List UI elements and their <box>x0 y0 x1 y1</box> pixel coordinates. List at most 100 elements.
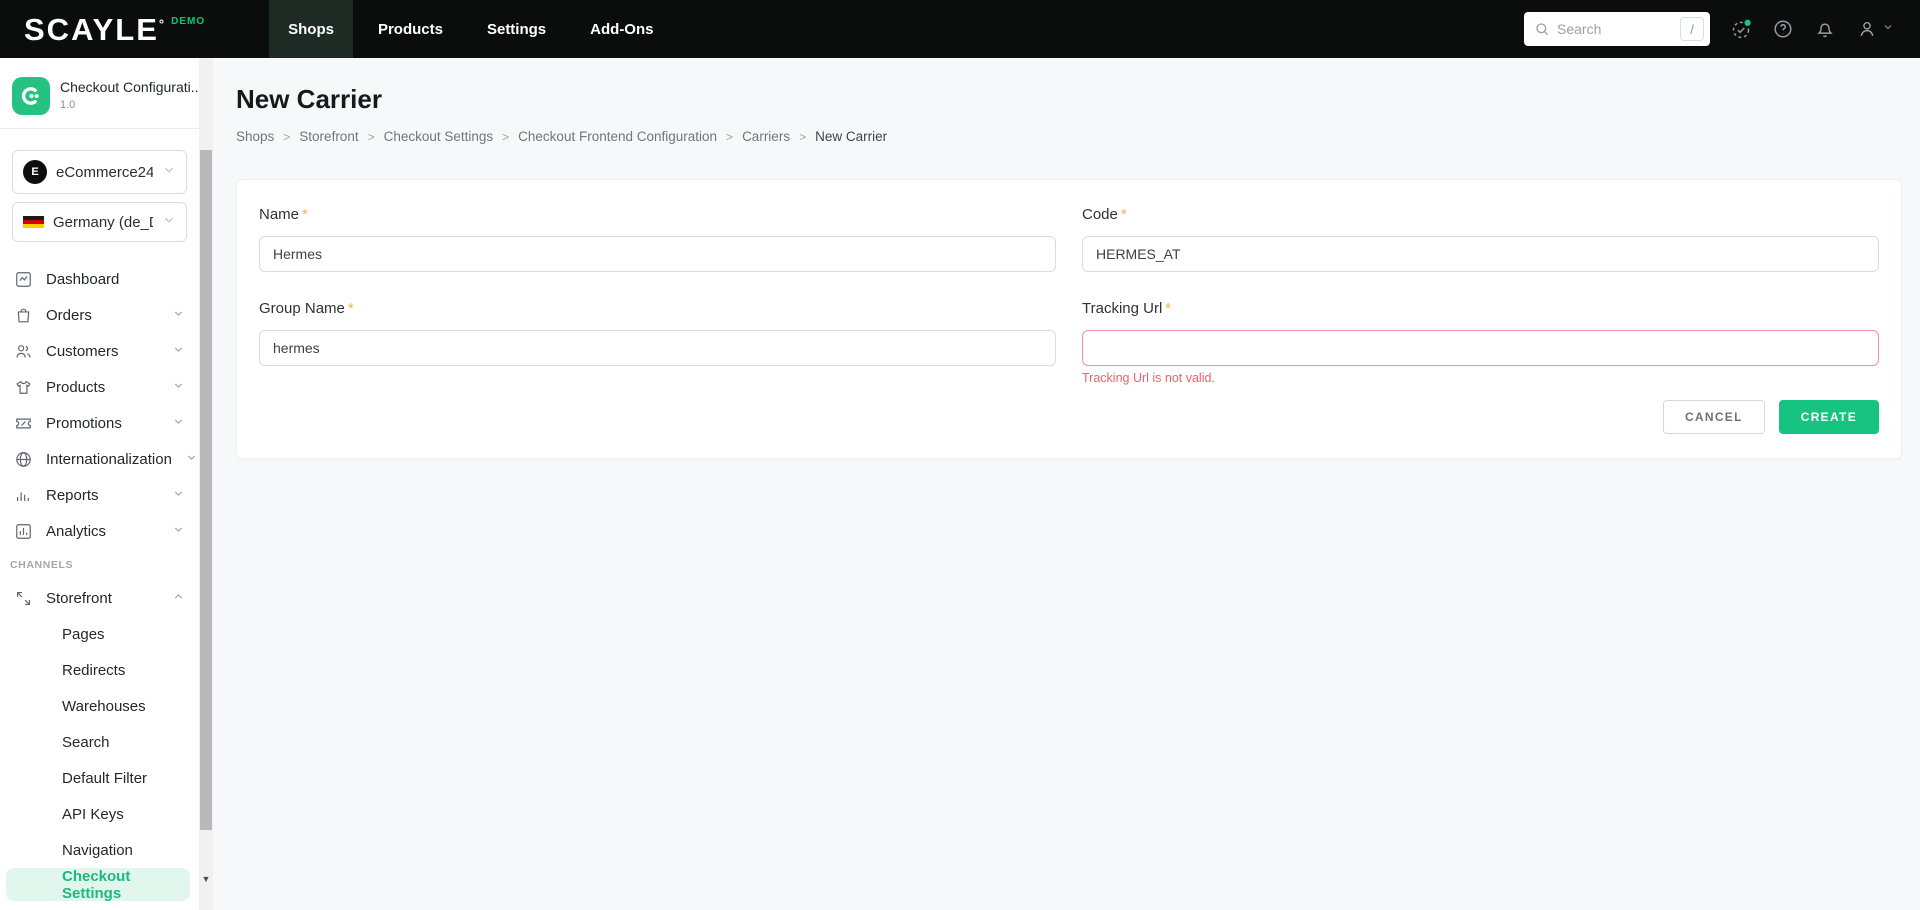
search-input[interactable] <box>1557 21 1673 37</box>
chevron-down-icon <box>185 451 198 468</box>
top-nav: Shops Products Settings Add-Ons <box>269 0 672 58</box>
customers-icon <box>14 342 33 361</box>
topbar: SCAYLE° DEMO Shops Products Settings Add… <box>0 0 1920 58</box>
sidebar-item-redirects[interactable]: Redirects <box>0 652 199 688</box>
chevron-down-icon <box>172 487 185 504</box>
breadcrumb-checkout-frontend-configuration[interactable]: Checkout Frontend Configuration <box>518 129 717 144</box>
breadcrumb-storefront[interactable]: Storefront <box>299 129 358 144</box>
scrollbar-down-arrow[interactable]: ▼ <box>199 870 213 888</box>
app-name: Checkout Configurati... <box>60 79 199 95</box>
chevron-down-icon <box>172 523 185 540</box>
sidebar-item-promotions[interactable]: Promotions <box>0 405 199 441</box>
breadcrumb-separator: > <box>283 130 290 144</box>
globe-icon <box>14 450 33 469</box>
account-menu[interactable] <box>1856 18 1894 40</box>
chevron-down-icon <box>172 343 185 360</box>
shop-selector-label: eCommerce24.cor <box>56 164 153 181</box>
chevron-up-icon <box>172 590 185 607</box>
code-input[interactable] <box>1082 236 1879 272</box>
chevron-down-icon <box>162 213 176 232</box>
app-header: Checkout Configurati... 1.0 <box>0 58 199 128</box>
app-version: 1.0 <box>60 99 199 111</box>
sidebar-scrollbar[interactable]: ▼ <box>199 58 213 910</box>
main-content: New Carrier Shops > Storefront > Checkou… <box>213 58 1920 910</box>
sidebar-item-customers[interactable]: Customers <box>0 333 199 369</box>
top-tab-shops[interactable]: Shops <box>269 0 353 58</box>
scrollbar-thumb[interactable] <box>200 150 212 830</box>
sidebar-item-navigation[interactable]: Navigation <box>0 832 199 868</box>
top-tab-products[interactable]: Products <box>359 0 462 58</box>
top-tab-addons[interactable]: Add-Ons <box>571 0 672 58</box>
sidebar-item-search[interactable]: Search <box>0 724 199 760</box>
sidebar-item-orders[interactable]: Orders <box>0 297 199 333</box>
shop-selector[interactable]: E eCommerce24.cor <box>12 150 187 194</box>
locale-selector[interactable]: Germany (de_DE) <box>12 202 187 242</box>
group-name-field: Group Name* <box>259 300 1056 385</box>
checkout-configuration-app-icon <box>12 77 50 115</box>
sidebar-item-reports[interactable]: Reports <box>0 477 199 513</box>
breadcrumb-separator: > <box>799 130 806 144</box>
chevron-down-icon <box>172 415 185 432</box>
sidebar-item-products[interactable]: Products <box>0 369 199 405</box>
top-tab-settings[interactable]: Settings <box>468 0 565 58</box>
sidebar-item-pages[interactable]: Pages <box>0 616 199 652</box>
sidebar-item-api-keys[interactable]: API Keys <box>0 796 199 832</box>
chevron-down-icon <box>1882 20 1894 38</box>
breadcrumb-shops[interactable]: Shops <box>236 129 274 144</box>
status-check-icon[interactable] <box>1730 18 1752 40</box>
breadcrumb-separator: > <box>502 130 509 144</box>
channels-section-label: CHANNELS <box>0 549 199 580</box>
name-input[interactable] <box>259 236 1056 272</box>
code-label: Code <box>1082 206 1118 223</box>
tracking-url-input[interactable] <box>1082 330 1879 366</box>
tracking-url-error: Tracking Url is not valid. <box>1082 371 1879 385</box>
breadcrumb-separator: > <box>368 130 375 144</box>
global-search[interactable]: / <box>1524 12 1710 46</box>
sidebar-item-dashboard[interactable]: Dashboard <box>0 261 199 297</box>
code-field: Code* <box>1082 206 1879 272</box>
cancel-button[interactable]: CANCEL <box>1663 400 1765 434</box>
account-icon <box>1856 18 1878 40</box>
required-asterisk: * <box>348 300 354 317</box>
required-asterisk: * <box>1165 300 1171 317</box>
new-carrier-form-card: Name* Code* Group Name* Tracking Url* Tr… <box>236 179 1902 459</box>
chevron-down-icon <box>172 379 185 396</box>
reports-chart-icon <box>14 486 33 505</box>
scayle-logo: SCAYLE° DEMO <box>24 14 205 45</box>
tracking-url-label: Tracking Url <box>1082 300 1162 317</box>
sidebar: Checkout Configurati... 1.0 E eCommerce2… <box>0 58 213 910</box>
breadcrumb-carriers[interactable]: Carriers <box>742 129 790 144</box>
search-shortcut-key: / <box>1680 17 1704 41</box>
chevron-down-icon <box>162 163 176 182</box>
help-icon[interactable] <box>1772 18 1794 40</box>
name-label: Name <box>259 206 299 223</box>
group-name-label: Group Name <box>259 300 345 317</box>
breadcrumb-checkout-settings[interactable]: Checkout Settings <box>384 129 494 144</box>
shop-initial-badge: E <box>23 160 47 184</box>
products-shirt-icon <box>14 378 33 397</box>
sidebar-item-checkout-settings[interactable]: Checkout Settings <box>6 868 190 901</box>
logo-text: SCAYLE <box>24 12 159 47</box>
orders-bag-icon <box>14 306 33 325</box>
sidebar-item-default-filter[interactable]: Default Filter <box>0 760 199 796</box>
sidebar-item-internationalization[interactable]: Internationalization <box>0 441 199 477</box>
sidebar-item-warehouses[interactable]: Warehouses <box>0 688 199 724</box>
storefront-expand-icon <box>14 589 33 608</box>
name-field: Name* <box>259 206 1056 272</box>
sidebar-item-storefront[interactable]: Storefront <box>0 580 199 616</box>
breadcrumb-new-carrier: New Carrier <box>815 129 887 144</box>
group-name-input[interactable] <box>259 330 1056 366</box>
required-asterisk: * <box>302 206 308 223</box>
required-asterisk: * <box>1121 206 1127 223</box>
analytics-icon <box>14 522 33 541</box>
logo-mark: ° <box>159 16 166 31</box>
demo-badge: DEMO <box>171 16 205 27</box>
sidebar-item-analytics[interactable]: Analytics <box>0 513 199 549</box>
sidebar-nav: Dashboard Orders Customers Products <box>0 261 199 901</box>
notifications-bell-icon[interactable] <box>1814 18 1836 40</box>
tracking-url-field: Tracking Url* Tracking Url is not valid. <box>1082 300 1879 385</box>
promotions-ticket-icon <box>14 414 33 433</box>
divider <box>0 128 199 129</box>
create-button[interactable]: CREATE <box>1779 400 1879 434</box>
breadcrumb: Shops > Storefront > Checkout Settings >… <box>236 129 1902 144</box>
